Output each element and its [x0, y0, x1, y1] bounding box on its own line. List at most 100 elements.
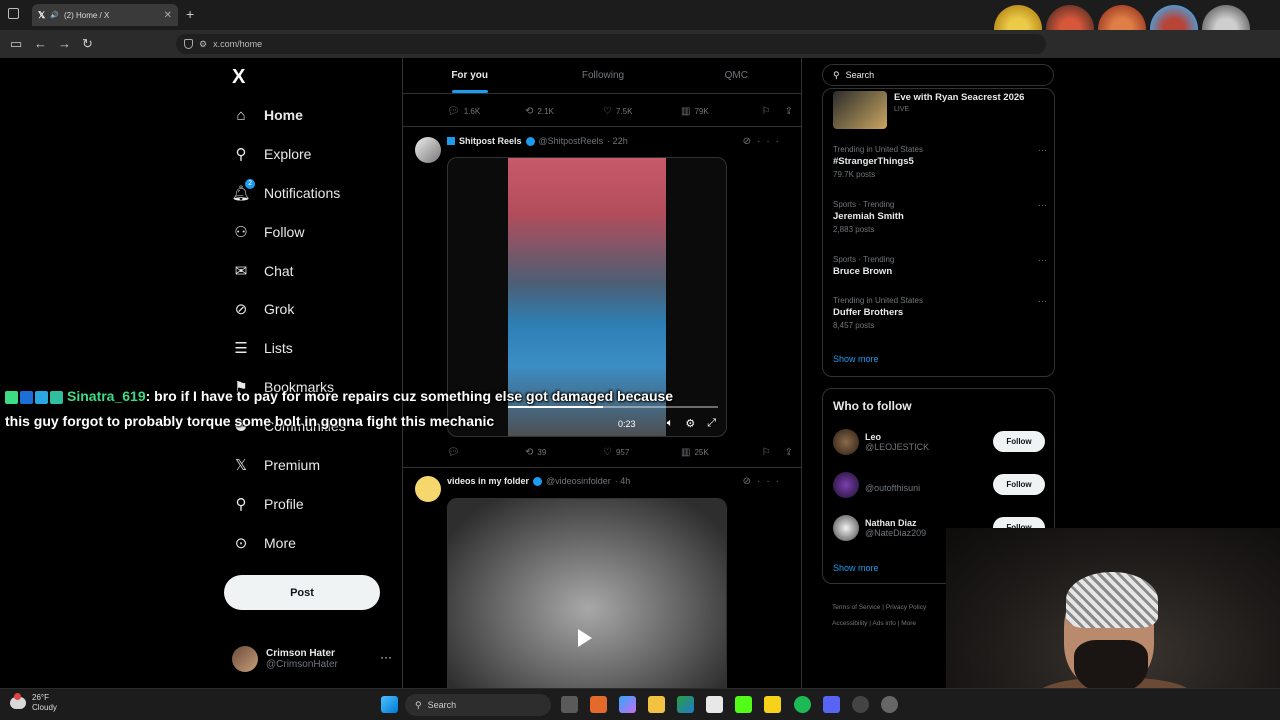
repost-button[interactable]: ⟲ 2.1K [525, 106, 603, 117]
view-count: 25K [694, 447, 709, 457]
shield-icon[interactable] [184, 39, 193, 49]
nav-more[interactable]: ⊙ More [232, 531, 296, 555]
edge-icon[interactable] [677, 696, 694, 713]
kick-icon[interactable] [735, 696, 752, 713]
tab-following[interactable]: Following [536, 58, 669, 93]
avatar[interactable] [415, 137, 441, 163]
reload-icon[interactable]: ↻ [82, 36, 93, 52]
store-icon[interactable] [706, 696, 723, 713]
windows-start-icon[interactable] [381, 696, 398, 713]
obs-icon[interactable] [852, 696, 869, 713]
like-button[interactable]: ♡ 7.5K [603, 106, 681, 117]
footer-link[interactable]: Ads info [872, 620, 896, 627]
follow-suggestion[interactable]: Leo @LEOJESTICK Follow [833, 427, 1045, 457]
view-count: 79K [694, 106, 709, 116]
trend-name: Bruce Brown [833, 266, 893, 277]
nav-grok[interactable]: ⊘ Grok [232, 297, 295, 321]
show-more-link[interactable]: Show more [833, 563, 879, 573]
badge-icon [20, 390, 33, 404]
site-info-icon[interactable]: ⚙ [199, 39, 207, 50]
reply-button[interactable]: 💬︎ [447, 447, 525, 458]
address-bar[interactable]: ⚙ x.com/home [176, 34, 1046, 54]
post-time[interactable]: · 4h [615, 476, 631, 486]
sticky-notes-icon[interactable] [764, 696, 781, 713]
like-button[interactable]: ♡ 957 [603, 447, 681, 458]
more-options-icon[interactable]: ··· [380, 650, 392, 664]
post-menu-icon[interactable]: ⊘··· [743, 476, 785, 487]
views-button[interactable]: ▥ 25K [681, 447, 759, 458]
verified-badge-icon [533, 476, 543, 486]
views-button[interactable]: ▥ 79K [681, 106, 759, 117]
video-frame [448, 499, 726, 688]
more-icon[interactable]: ··· [1038, 145, 1047, 155]
footer-link[interactable]: Accessibility [832, 620, 867, 627]
chart-icon: ▥ [681, 105, 691, 117]
taskbar-search[interactable]: ⚲ Search [405, 694, 551, 716]
more-icon[interactable]: ··· [1038, 200, 1047, 210]
app-icon[interactable] [881, 696, 898, 713]
spotify-icon[interactable] [794, 696, 811, 713]
author-name[interactable]: videos in my folder [447, 476, 529, 486]
play-icon[interactable] [578, 629, 592, 647]
repost-button[interactable]: ⟲ 39 [525, 447, 603, 458]
nav-lists[interactable]: ☰ Lists [232, 336, 293, 360]
copilot-icon[interactable] [619, 696, 636, 713]
browser-tab[interactable]: 𝕏 🔊 (2) Home / X ✕ [32, 4, 178, 26]
trend-item[interactable]: Sports · Trending Jeremiah Smith 2,883 p… [833, 200, 1047, 234]
share-icon[interactable]: ⇪ [785, 106, 793, 117]
nav-label: Premium [264, 457, 321, 473]
discord-icon[interactable] [823, 696, 840, 713]
show-more-link[interactable]: Show more [833, 354, 879, 364]
nav-chat[interactable]: ✉ Chat [232, 259, 294, 283]
window-menu-icon[interactable] [8, 8, 19, 19]
nav-premium[interactable]: 𝕏 Premium [232, 453, 320, 477]
nav-notifications[interactable]: 🔔︎ 2 Notifications [231, 179, 341, 205]
fullscreen-icon[interactable]: ⤢ [707, 417, 716, 430]
footer-link[interactable]: Privacy Policy [886, 604, 926, 611]
nav-home[interactable]: ⌂ Home [232, 103, 302, 127]
nav-follow[interactable]: ⚇ Follow [232, 220, 304, 244]
author-handle[interactable]: @ShitpostReels [539, 136, 604, 146]
follow-button[interactable]: Follow [993, 474, 1045, 495]
close-tab-icon[interactable]: ✕ [164, 10, 172, 21]
nav-profile[interactable]: ⚲ Profile [232, 492, 304, 516]
weather-widget[interactable]: 26°F Cloudy [10, 693, 57, 713]
nav-label: Notifications [264, 185, 341, 201]
reply-button[interactable]: 💬︎ 1.6K [447, 106, 525, 117]
follow-suggestion[interactable]: @outofthisuni Follow [833, 470, 1045, 500]
trend-item[interactable]: Trending in United States Duffer Brother… [833, 296, 1047, 330]
author-handle[interactable]: @videosinfolder [546, 476, 611, 486]
bookmark-icon[interactable]: ⚐ [762, 447, 771, 458]
trend-item[interactable]: Eve with Ryan Seacrest 2026 LIVE [894, 92, 1054, 113]
post-button[interactable]: Post [224, 575, 380, 610]
folder-avatar-icon[interactable] [415, 476, 441, 502]
account-switcher[interactable]: Crimson Hater @CrimsonHater ··· [232, 642, 392, 676]
back-icon[interactable]: ← [34, 36, 47, 51]
follow-button[interactable]: Follow [993, 431, 1045, 452]
author-name[interactable]: Shitpost Reels [459, 136, 522, 146]
more-icon[interactable]: ··· [1038, 296, 1047, 306]
trend-item[interactable]: Trending in United States #StrangerThing… [833, 145, 1047, 179]
search-input[interactable]: ⚲ Search [822, 64, 1054, 86]
video-player[interactable] [447, 498, 727, 688]
share-icon[interactable]: ⇪ [785, 447, 793, 458]
footer-link[interactable]: More [901, 620, 916, 627]
new-tab-button[interactable]: + [186, 6, 194, 22]
tab-for-you[interactable]: For you [403, 58, 536, 93]
sidebar-toggle-icon[interactable]: ▭ [10, 36, 22, 52]
post-menu-icon[interactable]: ⊘··· [743, 136, 785, 147]
tab-qmc[interactable]: QMC [670, 58, 801, 93]
file-explorer-icon[interactable] [648, 696, 665, 713]
firefox-icon[interactable] [590, 696, 607, 713]
speaker-icon[interactable]: 🔊 [50, 11, 59, 19]
task-view-icon[interactable] [561, 696, 578, 713]
x-logo[interactable]: X [232, 66, 245, 89]
post-time[interactable]: · 22h [607, 136, 628, 146]
trend-thumbnail[interactable] [833, 91, 887, 129]
more-icon[interactable]: ··· [1038, 255, 1047, 265]
bookmark-icon[interactable]: ⚐ [762, 106, 771, 117]
footer-link[interactable]: Terms of Service [832, 604, 880, 611]
trend-item[interactable]: Sports · Trending Bruce Brown ··· [833, 255, 1047, 277]
forward-icon[interactable]: → [58, 36, 71, 51]
nav-explore[interactable]: ⚲ Explore [232, 142, 312, 166]
